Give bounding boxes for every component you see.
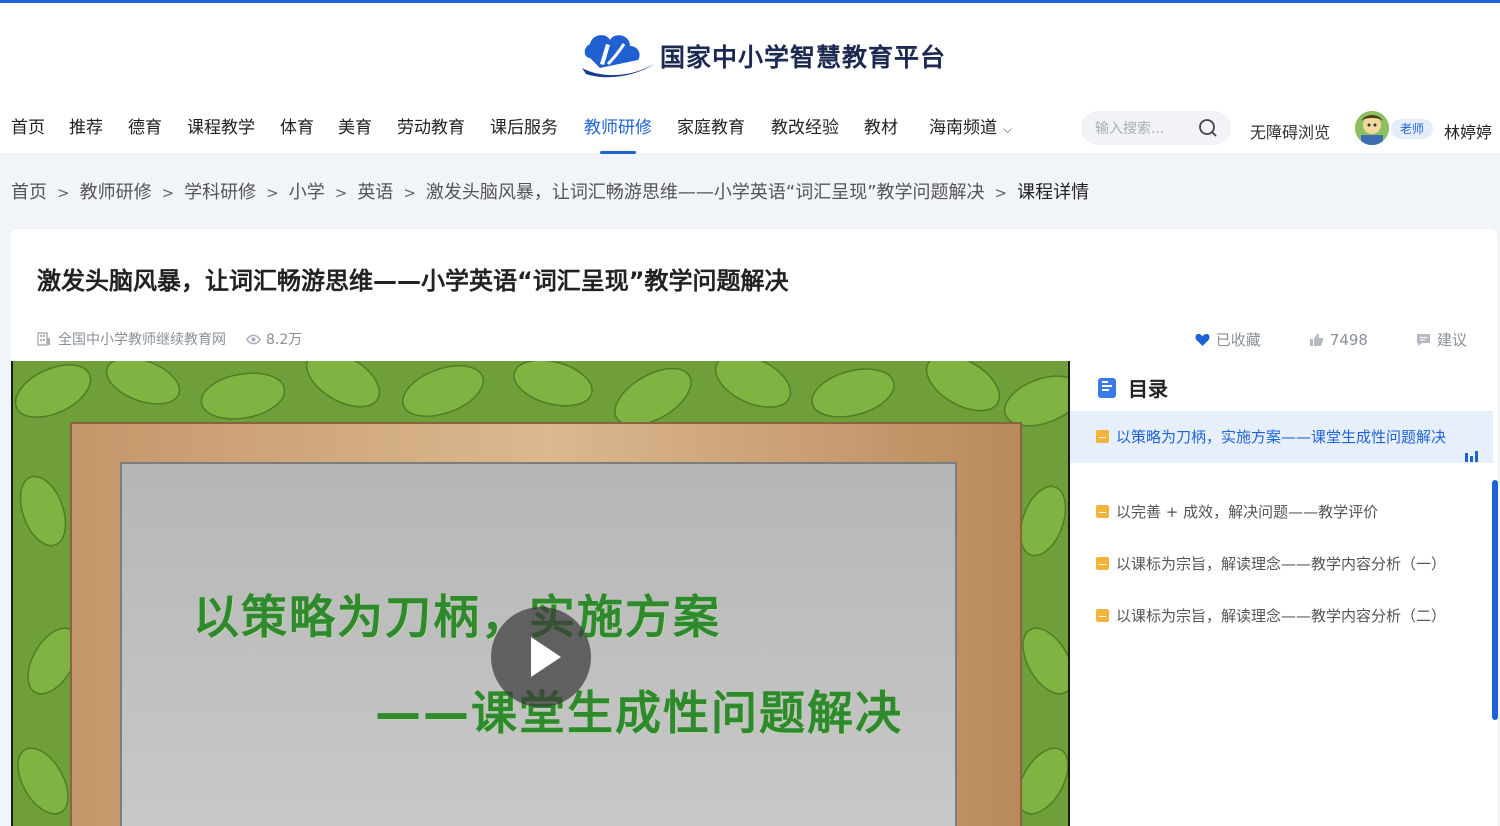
cloud-logo-icon: [582, 35, 654, 78]
video-text-line1: 以策略为刀柄，实施方案: [193, 590, 721, 644]
breadcrumb-course[interactable]: 激发头脑风暴，让词汇畅游思维——小学英语“词汇呈现”教学问题解决: [426, 182, 985, 203]
nav-item-courses[interactable]: 课程教学: [187, 111, 255, 145]
nav-item-home[interactable]: 首页: [11, 111, 45, 145]
nav-item-reform[interactable]: 教改经验: [771, 111, 839, 145]
nav-item-moral[interactable]: 德育: [128, 111, 162, 145]
toc-item-label: 以策略为刀柄，实施方案——课堂生成性问题解决: [1116, 428, 1447, 446]
role-badge: 老师: [1391, 119, 1433, 139]
accessible-browse-link[interactable]: 无障碍浏览: [1250, 119, 1330, 143]
breadcrumb-current: 课程详情: [1017, 182, 1090, 203]
toc-item-label: 以课标为宗旨，解读理念——教学内容分析（二）: [1116, 607, 1447, 625]
lesson-icon: [1096, 557, 1109, 570]
course-actions: 已收藏 7498 建议: [1147, 329, 1467, 350]
breadcrumb-subject-training[interactable]: 学科研修: [184, 182, 256, 203]
suggest-button[interactable]: 建议: [1416, 329, 1467, 350]
nav-item-teacher-training[interactable]: 教师研修: [584, 111, 652, 154]
toc-title: 目录: [1128, 377, 1168, 401]
search-input[interactable]: [1093, 118, 1197, 140]
breadcrumb: 首页 > 教师研修 > 学科研修 > 小学 > 英语 > 激发头脑风暴，让词汇畅游思维——小学英语“…: [11, 178, 1089, 204]
video-player[interactable]: 以策略为刀柄，实施方案 ——课堂生成性问题解决: [11, 361, 1070, 826]
lesson-icon: [1096, 609, 1109, 622]
lesson-icon: [1096, 505, 1109, 518]
breadcrumb-separator: >: [57, 184, 70, 202]
document-icon: [1098, 377, 1116, 398]
breadcrumb-english[interactable]: 英语: [357, 182, 393, 203]
comment-icon: [1416, 333, 1430, 346]
thumbs-up-icon: [1309, 333, 1323, 346]
toc-item-label: 以完善 + 成效，解决问题——教学评价: [1116, 503, 1379, 521]
heart-icon: [1195, 333, 1210, 346]
chevron-down-icon: ⌵: [1003, 122, 1013, 136]
view-count: 8.2万: [246, 329, 302, 349]
breadcrumb-home[interactable]: 首页: [11, 182, 47, 203]
toc-item-4[interactable]: 以课标为宗旨，解读理念——教学内容分析（二）: [1070, 604, 1493, 628]
toc-panel: 目录 以策略为刀柄，实施方案——课堂生成性问题解决 以完善 + 成效，解决问题—…: [1070, 361, 1493, 826]
nav-item-recommend[interactable]: 推荐: [69, 111, 103, 145]
course-source[interactable]: 全国中小学教师继续教育网: [58, 329, 226, 349]
toc-item-3[interactable]: 以课标为宗旨，解读理念——教学内容分析（一）: [1070, 552, 1493, 576]
lesson-icon: [1096, 430, 1109, 443]
like-button[interactable]: 7498: [1309, 331, 1368, 349]
breadcrumb-separator: >: [994, 184, 1008, 202]
favorite-label: 已收藏: [1215, 331, 1261, 349]
audio-bars-icon: [1465, 445, 1479, 469]
username[interactable]: 林婷婷: [1444, 119, 1492, 143]
breadcrumb-separator: >: [266, 184, 279, 202]
toc-header: 目录: [1098, 373, 1168, 402]
view-count-value: 8.2万: [266, 332, 303, 348]
breadcrumb-primary[interactable]: 小学: [289, 182, 325, 203]
page-title: 激发头脑风暴，让词汇畅游思维——小学英语“词汇呈现”教学问题解决: [37, 267, 789, 295]
search-box: [1081, 111, 1231, 145]
breadcrumb-separator: >: [161, 184, 175, 202]
favorite-button[interactable]: 已收藏: [1195, 329, 1261, 350]
platform-logo[interactable]: 国家中小学智慧教育平台: [580, 28, 946, 84]
like-count: 7498: [1329, 330, 1368, 349]
course-meta: 全国中小学教师继续教育网 8.2万: [37, 329, 302, 349]
breadcrumb-separator: >: [334, 184, 348, 202]
video-text-line2: ——课堂生成性问题解决: [375, 686, 903, 740]
course-card: 激发头脑风暴，让词汇畅游思维——小学英语“词汇呈现”教学问题解决 全国中小学教师…: [11, 229, 1497, 826]
nav-item-labor[interactable]: 劳动教育: [397, 111, 465, 145]
toc-item-2[interactable]: 以完善 + 成效，解决问题——教学评价: [1070, 500, 1493, 524]
eye-icon: [246, 334, 261, 345]
top-header: 国家中小学智慧教育平台 首页 推荐 德育 课程教学 体育 美育 劳动教育 课后服…: [0, 0, 1500, 154]
suggest-label: 建议: [1436, 331, 1467, 349]
play-icon: [531, 637, 561, 677]
scrollbar[interactable]: [1492, 480, 1498, 720]
breadcrumb-separator: >: [403, 184, 416, 202]
toc-item-1[interactable]: 以策略为刀柄，实施方案——课堂生成性问题解决: [1070, 411, 1493, 463]
nav-item-hainan[interactable]: 海南频道 ⌵: [929, 111, 1012, 146]
building-icon: [37, 332, 51, 346]
search-icon[interactable]: [1198, 118, 1218, 142]
nav-item-textbooks[interactable]: 教材: [864, 111, 898, 145]
logo-title: 国家中小学智慧教育平台: [660, 43, 947, 72]
nav-item-sports[interactable]: 体育: [280, 111, 314, 145]
avatar[interactable]: [1355, 111, 1389, 145]
nav-item-hainan-label: 海南频道: [929, 118, 997, 138]
breadcrumb-teacher-training[interactable]: 教师研修: [80, 182, 152, 203]
nav-item-after-school[interactable]: 课后服务: [490, 111, 558, 145]
play-button[interactable]: [491, 607, 591, 707]
nav-item-family[interactable]: 家庭教育: [677, 111, 745, 145]
toc-item-label: 以课标为宗旨，解读理念——教学内容分析（一）: [1116, 555, 1447, 573]
nav-item-arts[interactable]: 美育: [338, 111, 372, 145]
